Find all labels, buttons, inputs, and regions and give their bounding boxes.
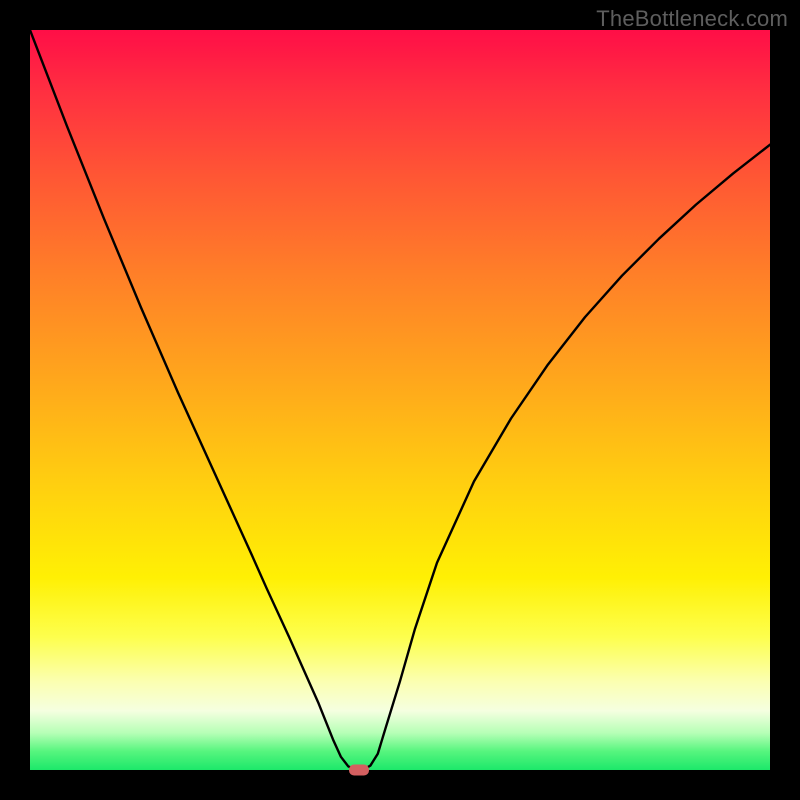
bottleneck-chart: TheBottleneck.com	[0, 0, 800, 800]
chart-curve-layer	[30, 30, 770, 770]
watermark-label: TheBottleneck.com	[596, 6, 788, 32]
minimum-marker	[349, 765, 369, 776]
bottleneck-curve-line	[30, 30, 770, 770]
